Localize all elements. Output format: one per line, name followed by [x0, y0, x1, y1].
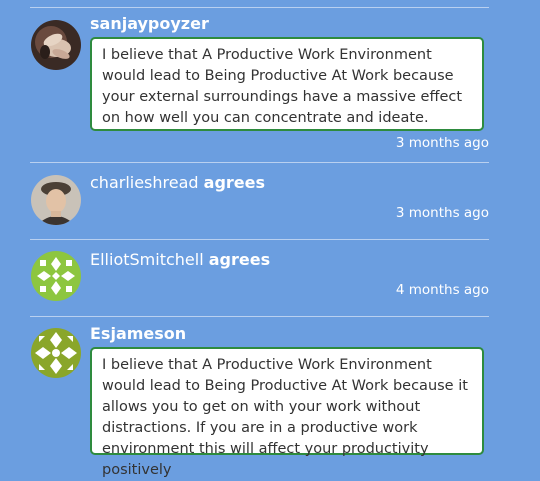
- username[interactable]: Esjameson: [90, 324, 186, 344]
- timestamp: 4 months ago: [395, 282, 489, 298]
- avatar-esjameson[interactable]: [31, 328, 81, 378]
- avatar-charlieshread[interactable]: [31, 175, 81, 225]
- avatar-sanjaypoyzer[interactable]: [31, 20, 81, 70]
- username[interactable]: ElliotSmitchell agrees: [90, 250, 270, 270]
- agrees-label: agrees: [203, 173, 266, 192]
- username-text[interactable]: ElliotSmitchell: [90, 250, 204, 269]
- divider: [30, 239, 489, 240]
- argument-bubble: I believe that A Productive Work Environ…: [90, 37, 484, 131]
- person-photo-icon: [31, 175, 81, 225]
- hands-photo-icon: [31, 20, 81, 70]
- timestamp: 3 months ago: [395, 205, 489, 221]
- activity-feed: sanjaypoyzer I believe that A Productive…: [0, 0, 540, 478]
- argument-text: I believe that A Productive Work Environ…: [102, 47, 463, 126]
- divider: [30, 162, 489, 163]
- username[interactable]: charlieshread agrees: [90, 173, 265, 193]
- username[interactable]: sanjaypoyzer: [90, 14, 209, 34]
- identicon-icon: [31, 251, 81, 301]
- agrees-label: agrees: [208, 250, 271, 269]
- username-text[interactable]: charlieshread: [90, 173, 199, 192]
- divider: [30, 7, 489, 8]
- timestamp: 3 months ago: [395, 135, 489, 151]
- avatar-elliotsmitchell[interactable]: [31, 251, 81, 301]
- divider: [30, 316, 489, 317]
- identicon-icon: [31, 328, 81, 378]
- argument-bubble: I believe that A Productive Work Environ…: [90, 347, 484, 478]
